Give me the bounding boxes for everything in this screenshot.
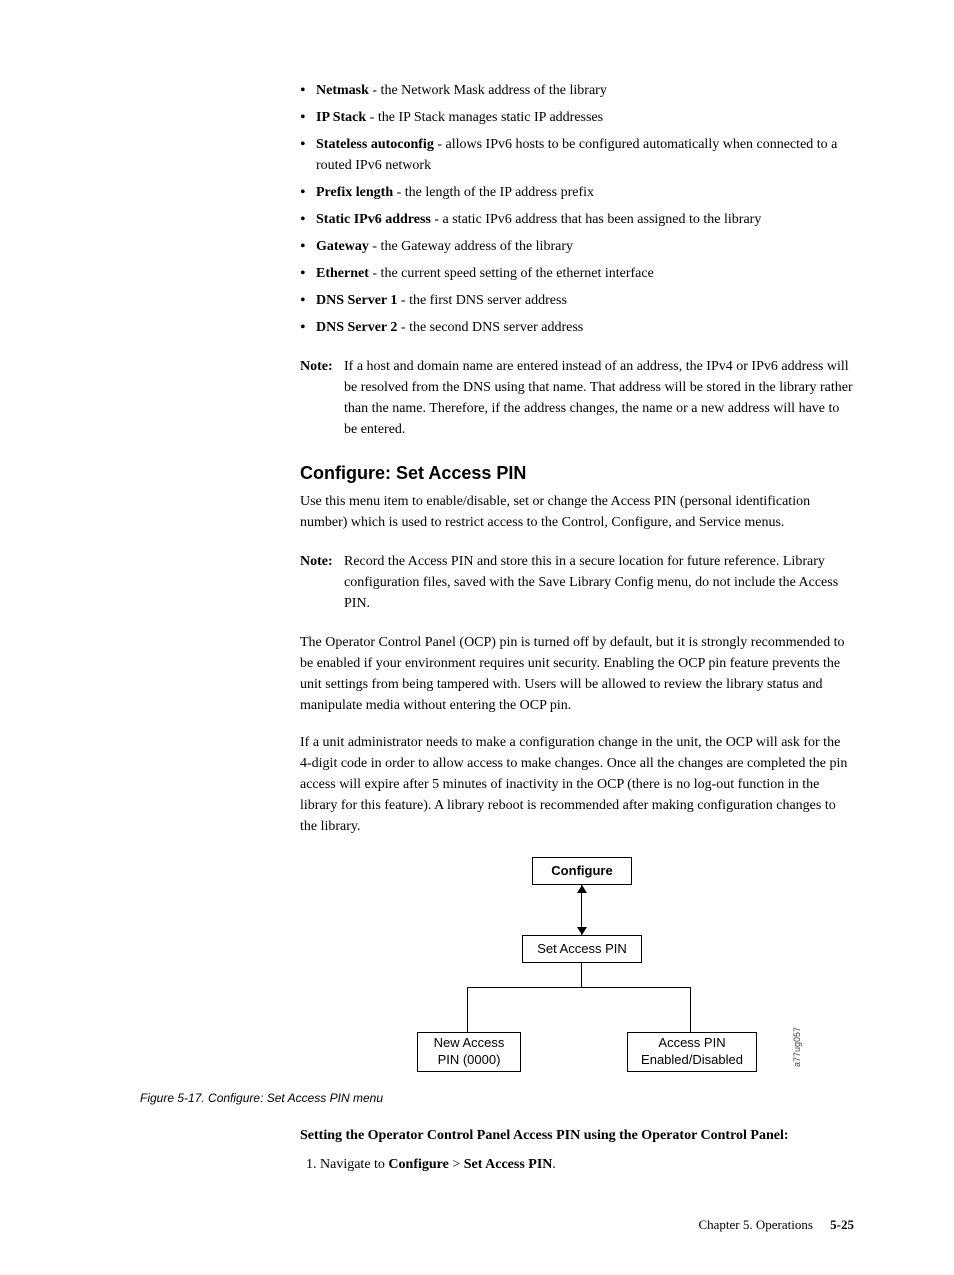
step-text: Navigate to — [320, 1157, 388, 1172]
term: Static IPv6 address — [316, 212, 431, 227]
term: Prefix length — [316, 185, 393, 200]
term: Ethernet — [316, 266, 369, 281]
step-text: . — [552, 1157, 556, 1172]
note-text: If a host and domain name are entered in… — [344, 356, 854, 440]
ocp-para-2: If a unit administrator needs to make a … — [300, 732, 854, 837]
note-text: Record the Access PIN and store this in … — [344, 551, 854, 614]
desc: - a static IPv6 address that has been as… — [431, 212, 761, 227]
page-number: 5-25 — [830, 1217, 854, 1232]
term: Stateless autoconfig — [316, 137, 434, 152]
desc: - the Network Mask address of the librar… — [369, 83, 607, 98]
menu-path: Set Access PIN — [464, 1157, 553, 1172]
sep: > — [449, 1157, 464, 1172]
desc: - the length of the IP address prefix — [393, 185, 594, 200]
section-intro: Use this menu item to enable/disable, se… — [300, 491, 854, 533]
list-item: Gateway - the Gateway address of the lib… — [300, 236, 854, 257]
term: Netmask — [316, 83, 369, 98]
connector-line — [467, 987, 691, 988]
diagram-box-access-pin-enabled: Access PIN Enabled/Disabled — [627, 1032, 757, 1072]
desc: - the IP Stack manages static IP address… — [366, 110, 603, 125]
procedure-heading: Setting the Operator Control Panel Acces… — [300, 1125, 854, 1146]
box-line2: Enabled/Disabled — [641, 1052, 743, 1067]
term: IP Stack — [316, 110, 366, 125]
network-bullet-list: Netmask - the Network Mask address of th… — [300, 80, 854, 338]
figure-caption: Figure 5-17. Configure: Set Access PIN m… — [140, 1089, 854, 1107]
menu-path: Configure — [388, 1157, 448, 1172]
list-item: DNS Server 2 - the second DNS server add… — [300, 317, 854, 338]
figure-diagram: Configure Set Access PIN New Access PIN … — [300, 857, 854, 1077]
list-item: Prefix length - the length of the IP add… — [300, 182, 854, 203]
diagram-box-new-access-pin: New Access PIN (0000) — [417, 1032, 521, 1072]
diagram-box-set-access-pin: Set Access PIN — [522, 935, 642, 963]
term: DNS Server 1 — [316, 293, 397, 308]
menu-diagram: Configure Set Access PIN New Access PIN … — [377, 857, 777, 1077]
list-item: Static IPv6 address - a static IPv6 addr… — [300, 209, 854, 230]
term: Gateway — [316, 239, 369, 254]
list-item: Ethernet - the current speed setting of … — [300, 263, 854, 284]
diagram-ref-id: a77ug057 — [791, 1027, 805, 1067]
section-heading: Configure: Set Access PIN — [300, 460, 854, 487]
desc: - the current speed setting of the ether… — [369, 266, 654, 281]
chapter-label: Chapter 5. Operations — [698, 1217, 812, 1232]
arrow-down-icon — [577, 927, 587, 935]
connector-line — [467, 987, 468, 1032]
list-item: Netmask - the Network Mask address of th… — [300, 80, 854, 101]
diagram-box-configure: Configure — [532, 857, 632, 885]
desc: - the Gateway address of the library — [369, 239, 573, 254]
note-label: Note: — [300, 356, 344, 377]
box-line1: New Access — [434, 1035, 505, 1050]
note-record-pin: Note: Record the Access PIN and store th… — [300, 551, 854, 614]
list-item: Stateless autoconfig - allows IPv6 hosts… — [300, 134, 854, 176]
ocp-para-1: The Operator Control Panel (OCP) pin is … — [300, 632, 854, 716]
connector-line — [581, 963, 582, 987]
procedure-steps: Navigate to Configure > Set Access PIN. — [300, 1154, 854, 1175]
list-item: IP Stack - the IP Stack manages static I… — [300, 107, 854, 128]
box-line2: PIN (0000) — [438, 1052, 501, 1067]
note-dns: Note: If a host and domain name are ente… — [300, 356, 854, 440]
desc: - the first DNS server address — [397, 293, 567, 308]
step-item: Navigate to Configure > Set Access PIN. — [320, 1154, 854, 1175]
note-label: Note: — [300, 551, 344, 572]
term: DNS Server 2 — [316, 320, 397, 335]
arrow-up-icon — [577, 885, 587, 893]
connector-line — [690, 987, 691, 1032]
box-line1: Access PIN — [658, 1035, 725, 1050]
page-footer: Chapter 5. Operations 5-25 — [140, 1215, 854, 1235]
desc: - the second DNS server address — [397, 320, 583, 335]
list-item: DNS Server 1 - the first DNS server addr… — [300, 290, 854, 311]
